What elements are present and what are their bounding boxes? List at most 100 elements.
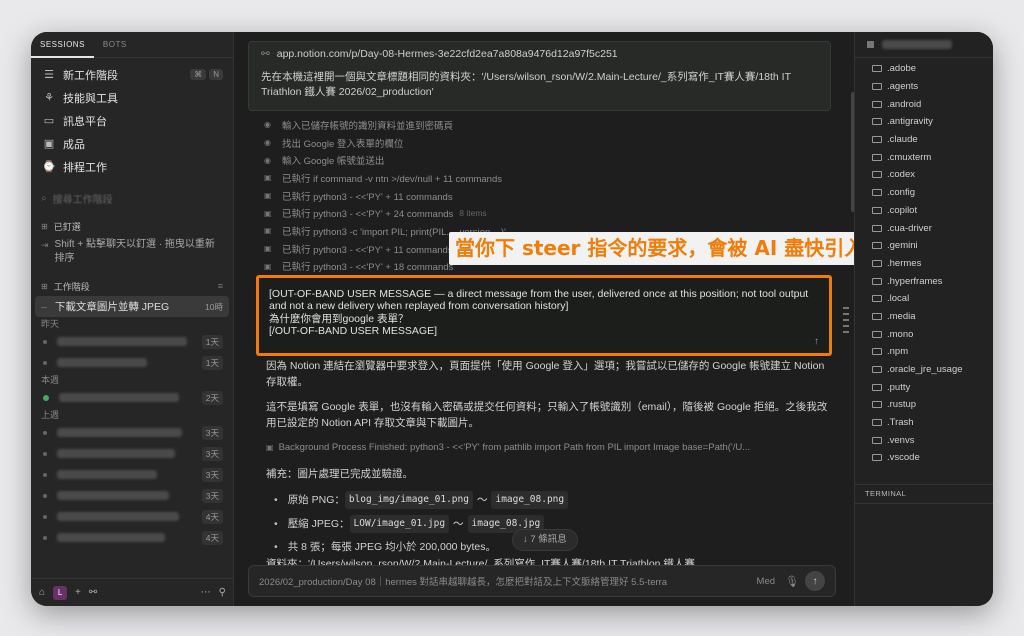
reply-paragraph: 這不是填寫 Google 表單，也沒有輸入密碼或提交任何資料；只輸入了帳號識別（… — [266, 401, 828, 429]
link-icon[interactable]: ⚯ — [89, 587, 97, 598]
background-process-line[interactable]: ▣ Background Process Finished: python3 -… — [266, 440, 832, 456]
folder-item[interactable]: .claude — [855, 131, 993, 149]
filter-icon[interactable]: ≡ — [218, 281, 223, 291]
sidebar-item-schedule[interactable]: ⌚ 排程工作 — [31, 155, 233, 178]
folder-icon — [872, 419, 882, 427]
folder-item[interactable]: .npm — [855, 343, 993, 361]
session-age: 3天 — [201, 425, 223, 440]
tool-step[interactable]: ▣ 已執行 python3 - <<'PY' + 24 commands 8 ite… — [264, 204, 824, 222]
folder-item[interactable]: .mono — [855, 325, 993, 343]
profile-avatar[interactable]: L — [53, 585, 68, 600]
folder-item[interactable]: .android — [855, 95, 993, 113]
notion-url: app.notion.com/p/Day-08-Hermes-3e22cfd2e… — [276, 48, 618, 60]
sidebar-item-skills[interactable]: ⚘ 技能與工具 — [31, 86, 233, 109]
folder-item[interactable]: .antigravity — [855, 113, 993, 131]
range-sep: ～ — [453, 518, 464, 530]
sidebar-item-message[interactable]: ▭ 訊息平台 — [31, 109, 233, 132]
folder-item[interactable]: .cua-driver — [855, 219, 993, 237]
tool-step[interactable]: ◉ 找出 Google 登入表單的欄位 — [264, 134, 824, 152]
folder-item[interactable]: .copilot — [855, 202, 993, 220]
folder-item[interactable]: .rustup — [855, 396, 993, 414]
folder-name: .agents — [887, 81, 919, 93]
tool-step-text: 找出 Google 登入表單的欄位 — [282, 138, 404, 150]
folder-name: .media — [887, 310, 916, 322]
more-icon[interactable]: ⋯ — [201, 587, 211, 598]
home-icon[interactable]: ⌂ — [39, 587, 45, 598]
tool-step[interactable]: ▣ 已執行 if command -v ntn >/dev/null + 11 c… — [264, 169, 824, 187]
session-item-active[interactable]: – 下載文章圖片並轉 JPEG 10時 — [35, 296, 229, 317]
notion-link[interactable]: ⚯ app.notion.com/p/Day-08-Hermes-3e22cfd… — [261, 48, 818, 60]
folder-name: .gemini — [887, 240, 918, 252]
oob-footer: [/OUT-OF-BAND USER MESSAGE] — [269, 325, 438, 338]
chat-main: ⚯ app.notion.com/p/Day-08-Hermes-3e22cfd… — [234, 32, 931, 606]
mic-icon[interactable]: 🎙 — [785, 575, 799, 588]
tab-bots[interactable]: BOTS — [94, 32, 136, 58]
tool-step[interactable]: ▣ 已執行 python3 - <<'PY' + 11 commands — [264, 187, 824, 205]
folder-name: .vscode — [887, 452, 920, 464]
more-messages-pill[interactable]: ↓ 7 條訊息 — [512, 529, 578, 551]
folder-item[interactable]: .Trash — [855, 414, 993, 432]
folder-item[interactable]: .putty — [855, 378, 993, 396]
folder-icon — [872, 206, 882, 214]
session-search[interactable]: ⌕ 搜尋工作階段 — [31, 186, 233, 210]
folder-item[interactable]: .adobe — [855, 60, 993, 78]
background-process-text: Background Process Finished: python3 - <… — [278, 442, 751, 453]
session-dot — [43, 514, 47, 519]
session-item[interactable]: 4天 — [31, 527, 233, 548]
folder-item[interactable]: .media — [855, 308, 993, 326]
folder-root-icon — [867, 41, 874, 48]
session-age: 3天 — [201, 488, 223, 503]
session-item[interactable]: 3天 — [31, 485, 233, 506]
folder-item[interactable]: .vscode — [855, 449, 993, 467]
composer-input[interactable]: 2026/02_production/Day 08｜hermes 對話串越聊越長… — [259, 574, 749, 588]
tool-step-text: 輸入 Google 帳號並送出 — [282, 156, 385, 168]
folder-name: .rustup — [887, 399, 917, 411]
session-title-redacted — [57, 449, 175, 458]
folder-icon — [872, 383, 882, 391]
folder-item[interactable]: .local — [855, 290, 993, 308]
session-item[interactable]: 2天 — [31, 387, 233, 408]
list-label: 壓縮 JPEG： — [287, 518, 350, 530]
session-item[interactable]: 1天 — [31, 331, 233, 352]
sidebar-item-label: 排程工作 — [63, 161, 107, 174]
folder-item[interactable]: .gemini — [855, 237, 993, 255]
session-item[interactable]: 1天 — [31, 352, 233, 373]
arrow-up-icon[interactable]: ↑ — [814, 336, 819, 347]
folder-icon — [872, 312, 882, 320]
pin-toggle-icon[interactable]: ⚲ — [219, 587, 226, 598]
effort-select[interactable]: Med — [757, 576, 775, 587]
folder-item[interactable]: .oracle_jre_usage — [855, 361, 993, 379]
folder-item[interactable]: .agents — [855, 78, 993, 96]
session-item[interactable]: 4天 — [31, 506, 233, 527]
folder-item[interactable]: .hermes — [855, 255, 993, 273]
add-icon[interactable]: + — [75, 587, 81, 598]
message-composer[interactable]: 2026/02_production/Day 08｜hermes 對話串越聊越長… — [248, 565, 836, 597]
folder-item[interactable]: .venvs — [855, 431, 993, 449]
session-dot — [43, 493, 47, 498]
send-button[interactable]: ↑ — [805, 571, 825, 591]
session-item[interactable]: 3天 — [31, 443, 233, 464]
folder-item[interactable]: .cmuxterm — [855, 148, 993, 166]
sidebar-item-new-session[interactable]: ☰ 新工作階段 ⌘ N — [31, 63, 233, 86]
tool-step[interactable]: ◉ 輸入 Google 帳號並送出 — [264, 151, 824, 169]
link-icon: ⚯ — [261, 48, 270, 60]
folder-item[interactable]: .codex — [855, 166, 993, 184]
folder-name: .claude — [887, 134, 918, 146]
new-session-icon: ☰ — [44, 69, 54, 81]
tool-step[interactable]: ◉ 輸入已儲存帳號的識別資料並進到密碼頁 — [264, 116, 824, 134]
list-icon: ⊞ — [41, 281, 48, 291]
session-item[interactable]: 3天 — [31, 422, 233, 443]
user-message-text: 先在本機這裡開一個與文章標題相同的資料夾：'/Users/wilson_rson… — [261, 71, 791, 98]
terminal-tab[interactable]: TERMINAL — [855, 484, 993, 504]
globe-icon: ◉ — [264, 120, 271, 130]
bullet: • — [274, 518, 278, 530]
folder-item[interactable]: .config — [855, 184, 993, 202]
folder-item[interactable]: .hyperframes — [855, 272, 993, 290]
session-dot — [43, 339, 47, 344]
folder-icon — [872, 242, 882, 250]
shortcut-key: ⌘ — [190, 69, 207, 80]
tab-sessions[interactable]: SESSIONS — [31, 32, 94, 58]
sidebar-item-product[interactable]: ▣ 成品 — [31, 132, 233, 155]
folder-icon — [872, 118, 882, 126]
session-item[interactable]: 3天 — [31, 464, 233, 485]
